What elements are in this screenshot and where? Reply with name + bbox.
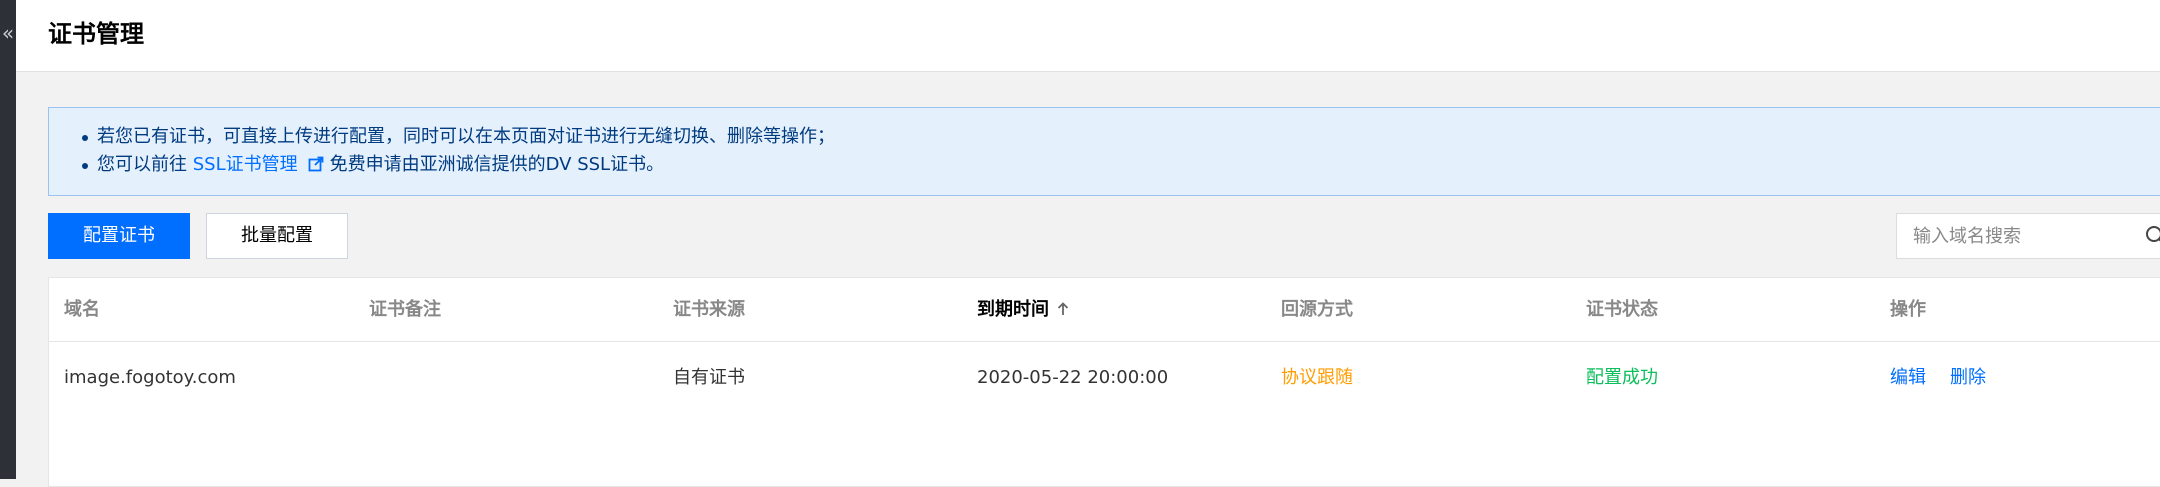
arrow-up-icon[interactable] <box>1057 302 1069 316</box>
notice-list: 若您已有证书，可直接上传进行配置，同时可以在本页面对证书进行无缝切换、删除等操作… <box>82 123 835 179</box>
cell-source: 自有证书 <box>673 367 745 388</box>
column-header-expiry[interactable]: 到期时间 <box>977 296 1069 324</box>
notice-text-2-prefix: 您可以前往 <box>97 154 193 175</box>
notice-text-1: 若您已有证书，可直接上传进行配置，同时可以在本页面对证书进行无缝切换、删除等操作… <box>97 126 835 147</box>
column-header-expiry-label: 到期时间 <box>977 299 1049 320</box>
info-notice: 若您已有证书，可直接上传进行配置，同时可以在本页面对证书进行无缝切换、删除等操作… <box>48 107 2160 196</box>
column-header-domain: 域名 <box>64 299 100 320</box>
batch-configure-button[interactable]: 批量配置 <box>206 213 348 259</box>
domain-search-box <box>1896 213 2160 259</box>
column-header-origin-mode: 回源方式 <box>1281 299 1353 320</box>
ssl-cert-management-link[interactable]: SSL证书管理 <box>193 154 298 175</box>
page-header: 证书管理 <box>16 0 2160 72</box>
notice-item-ssl: 您可以前往 SSL证书管理 免费申请由亚洲诚信提供的DV SSL证书。 <box>82 151 835 179</box>
chevron-double-left-icon[interactable]: « <box>0 18 16 48</box>
delete-link[interactable]: 删除 <box>1950 367 1986 388</box>
left-sidebar-rail: « <box>0 0 16 479</box>
search-icon[interactable] <box>2145 225 2160 247</box>
table-row: image.fogotoy.com 自有证书 2020-05-22 20:00:… <box>49 342 2160 414</box>
notice-item-upload: 若您已有证书，可直接上传进行配置，同时可以在本页面对证书进行无缝切换、删除等操作… <box>82 123 835 151</box>
table-header: 域名 证书备注 证书来源 到期时间 回源方式 证书状态 操作 <box>49 278 2160 342</box>
cell-status: 配置成功 <box>1586 367 1658 388</box>
certificate-table: 域名 证书备注 证书来源 到期时间 回源方式 证书状态 操作 image.fog… <box>48 277 2160 487</box>
cell-origin-mode: 协议跟随 <box>1281 367 1353 388</box>
external-link-icon[interactable] <box>308 156 324 172</box>
bullet-icon <box>82 135 88 141</box>
cell-expiry: 2020-05-22 20:00:00 <box>977 367 1169 388</box>
column-header-status: 证书状态 <box>1586 299 1658 320</box>
notice-text-2-suffix: 免费申请由亚洲诚信提供的DV SSL证书。 <box>329 154 665 175</box>
bullet-icon <box>82 163 88 169</box>
domain-search-input[interactable] <box>1913 214 2133 258</box>
column-header-note: 证书备注 <box>369 299 441 320</box>
edit-link[interactable]: 编辑 <box>1890 367 1926 388</box>
page-title: 证书管理 <box>48 20 144 48</box>
column-header-actions: 操作 <box>1890 299 1926 320</box>
configure-certificate-button[interactable]: 配置证书 <box>48 213 190 259</box>
cell-domain: image.fogotoy.com <box>64 367 236 388</box>
cell-actions: 编辑 删除 <box>1890 364 1986 392</box>
column-header-source: 证书来源 <box>673 299 745 320</box>
